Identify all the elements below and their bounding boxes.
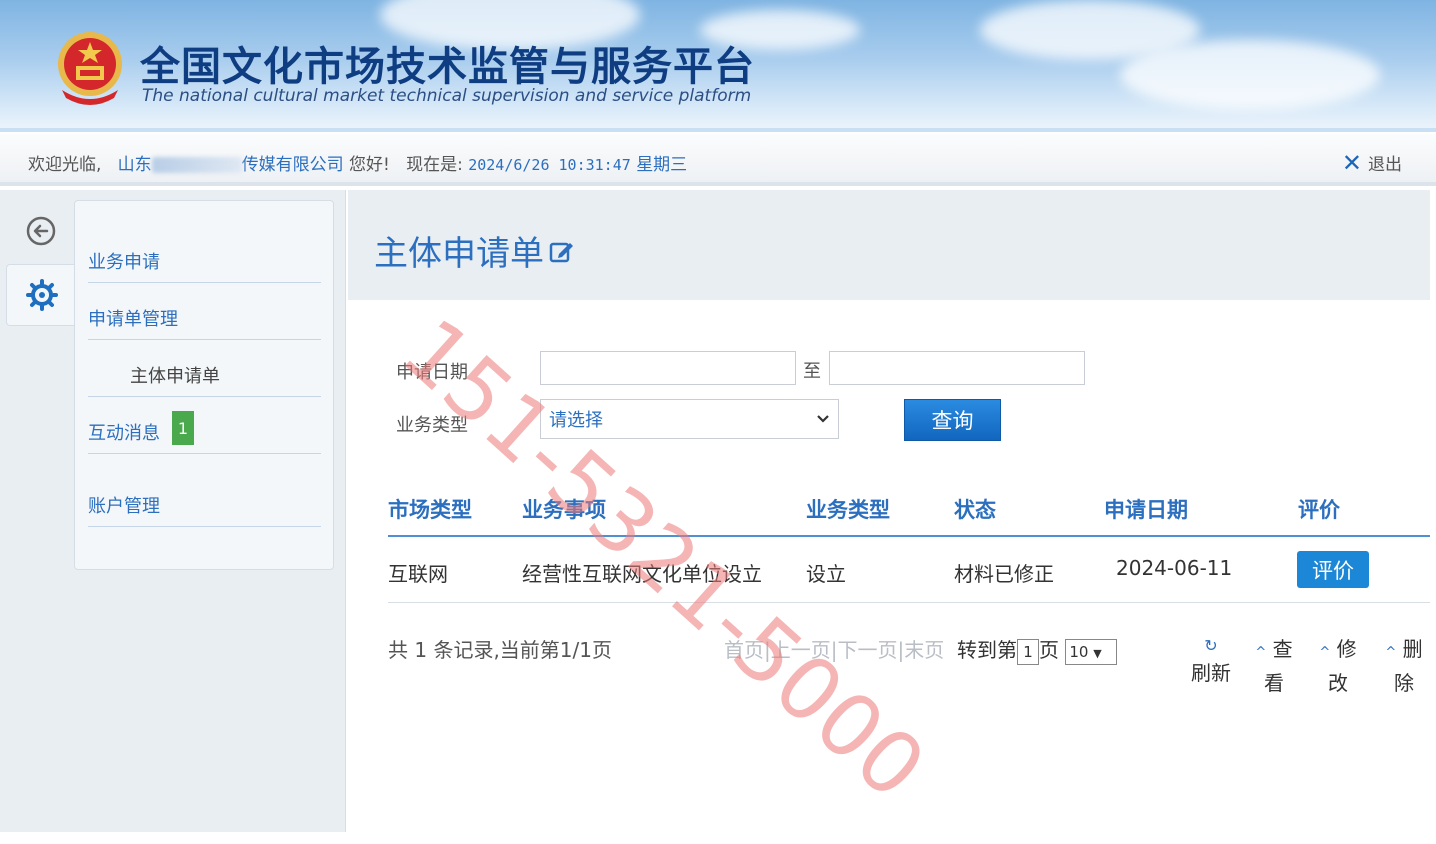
- cell-status: 材料已修正: [954, 562, 1054, 586]
- header-divider: [0, 128, 1436, 132]
- goto-page-input[interactable]: 1: [1016, 638, 1039, 665]
- pagination: 首页|上一页|下一页|末页 转到第 1 页 10 ▼: [724, 634, 1118, 665]
- site-subtitle: The national cultural market technical s…: [142, 86, 752, 106]
- column-header-type[interactable]: 业务类型: [806, 494, 890, 524]
- greeting: 欢迎光临,: [28, 155, 102, 175]
- column-header-rating[interactable]: 评价: [1298, 494, 1340, 524]
- menu-label: 申请单管理: [88, 309, 178, 330]
- view-button[interactable]: ^ 查 看: [1254, 634, 1294, 698]
- goto-label: 转到第: [956, 638, 1017, 662]
- chevron-up-icon: ^: [1319, 645, 1331, 660]
- column-header-matter[interactable]: 业务事项: [522, 494, 606, 524]
- page-size-value: 10: [1069, 642, 1089, 661]
- pager-separator: |: [830, 638, 838, 662]
- cell-date: 2024-06-11: [1116, 556, 1233, 580]
- current-datetime: 2024/6/26 10:31:47: [468, 156, 631, 174]
- back-arrow-icon: [26, 216, 56, 246]
- content-header: 主体申请单: [348, 190, 1430, 300]
- business-type-label: 业务类型: [396, 415, 468, 436]
- view-label-2: 看: [1264, 671, 1284, 695]
- site-header: 全国文化市场技术监管与服务平台 The national cultural ma…: [0, 0, 1436, 132]
- welcome-text: 欢迎光临, 山东 传媒有限公司 您好! 现在是: 2024/6/26 10:31:…: [28, 150, 687, 175]
- collapse-sidebar-button[interactable]: [6, 200, 76, 262]
- sidebar-item-business-apply[interactable]: 业务申请: [88, 227, 321, 283]
- close-icon: ✕: [1341, 148, 1362, 177]
- edit-label-2: 改: [1328, 671, 1348, 695]
- pager-separator: |: [764, 638, 771, 662]
- edit-icon: [549, 242, 573, 262]
- table-row-divider: [388, 602, 1430, 603]
- date-from-input[interactable]: [540, 351, 796, 385]
- column-header-market[interactable]: 市场类型: [388, 494, 472, 524]
- edit-label-1: 修: [1336, 637, 1357, 661]
- delete-label-1: 删: [1402, 637, 1423, 661]
- date-to-input[interactable]: [829, 351, 1085, 385]
- query-button[interactable]: 查询: [904, 399, 1001, 441]
- refresh-icon: ↻: [1204, 636, 1218, 655]
- edit-button[interactable]: ^ 修 改: [1318, 634, 1358, 698]
- date-to-label: 至: [803, 361, 821, 382]
- site-title: 全国文化市场技术监管与服务平台: [140, 44, 755, 90]
- rate-button[interactable]: 评价: [1297, 551, 1369, 588]
- menu-label: 主体申请单: [130, 366, 220, 387]
- menu-label: 互动消息: [88, 423, 160, 444]
- sidebar-item-account[interactable]: 账户管理: [88, 471, 321, 527]
- current-weekday: 星期三: [636, 155, 688, 175]
- sidebar-item-entity-application[interactable]: 主体申请单: [88, 341, 321, 397]
- menu-label: 业务申请: [88, 252, 160, 273]
- delete-label-2: 除: [1394, 671, 1414, 695]
- content-footer-space: [346, 740, 1430, 832]
- now-label: 现在是:: [406, 155, 463, 175]
- column-header-status[interactable]: 状态: [954, 494, 996, 524]
- hello-text: 您好!: [349, 155, 390, 175]
- last-page-link[interactable]: 末页: [904, 638, 944, 662]
- welcome-bar: 欢迎光临, 山东 传媒有限公司 您好! 现在是: 2024/6/26 10:31:…: [0, 134, 1436, 186]
- content-area: 申请日期 至 业务类型 请选择 查询 市场类型 业务事项 业务类型 状态 申请日…: [348, 300, 1430, 740]
- logout-button[interactable]: ✕ 退出: [1341, 148, 1402, 177]
- menu-label: 账户管理: [88, 496, 160, 517]
- delete-button[interactable]: ^ 删 除: [1384, 634, 1424, 698]
- chevron-down-icon: ▼: [1093, 646, 1102, 660]
- refresh-button[interactable]: ↻ 刷新: [1186, 634, 1236, 688]
- redacted-block: [151, 157, 242, 173]
- prev-page-link[interactable]: 上一页: [771, 638, 831, 662]
- chevron-down-icon: [817, 415, 829, 423]
- chevron-up-icon: ^: [1255, 645, 1267, 660]
- page-title-text: 主体申请单: [374, 234, 544, 274]
- next-page-link[interactable]: 下一页: [838, 638, 898, 662]
- date-label: 申请日期: [396, 362, 468, 383]
- cell-type: 设立: [806, 562, 846, 586]
- logout-label: 退出: [1368, 155, 1402, 175]
- sidebar-menu: 业务申请 申请单管理 主体申请单 互动消息 1 账户管理: [74, 200, 334, 570]
- national-emblem-icon: [58, 32, 122, 105]
- sidebar-panel: 业务申请 申请单管理 主体申请单 互动消息 1 账户管理: [0, 190, 346, 832]
- company-prefix: 山东: [117, 155, 152, 175]
- refresh-label: 刷新: [1191, 661, 1231, 685]
- business-type-select[interactable]: 请选择: [540, 399, 839, 439]
- record-summary: 共 1 条记录,当前第1/1页: [388, 638, 612, 662]
- sidebar-item-application-management[interactable]: 申请单管理: [88, 284, 321, 340]
- page-title: 主体申请单: [374, 226, 576, 275]
- company-suffix: 传媒有限公司: [241, 155, 344, 175]
- page-unit-label: 页: [1038, 638, 1059, 662]
- gear-icon: [25, 279, 58, 311]
- page-size-select[interactable]: 10 ▼: [1065, 638, 1118, 665]
- cell-market: 互联网: [388, 562, 448, 586]
- select-value: 请选择: [549, 410, 603, 431]
- column-header-date[interactable]: 申请日期: [1104, 494, 1188, 524]
- table-header-divider: [388, 535, 1430, 537]
- view-label-1: 查: [1272, 637, 1293, 661]
- unread-count-badge: 1: [172, 411, 194, 445]
- settings-tab[interactable]: [6, 264, 76, 326]
- cell-matter: 经营性互联网文化单位设立: [522, 562, 762, 586]
- first-page-link[interactable]: 首页: [724, 638, 764, 662]
- chevron-up-icon: ^: [1385, 645, 1397, 660]
- cloud-decoration: [1120, 40, 1380, 110]
- sidebar-item-messages[interactable]: 互动消息 1: [88, 398, 321, 454]
